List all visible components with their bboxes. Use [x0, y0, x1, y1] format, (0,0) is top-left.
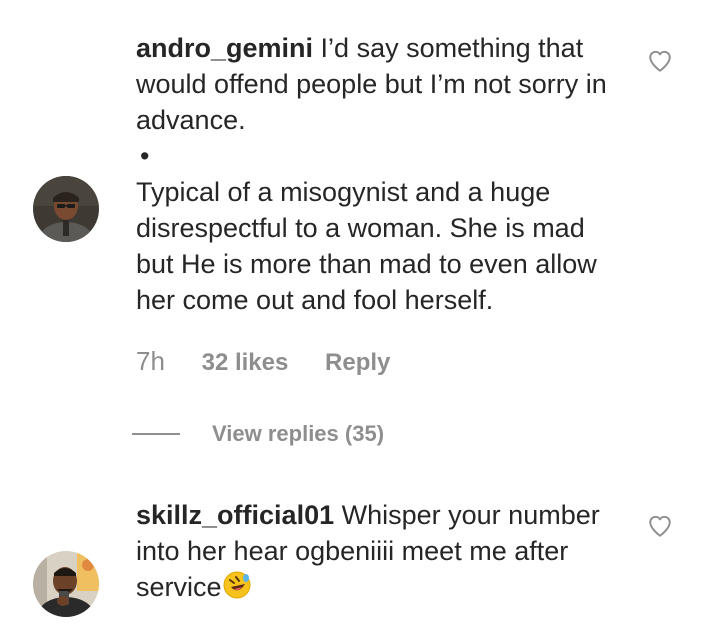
comment-username[interactable]: skillz_official01 [136, 500, 334, 530]
view-replies-divider [132, 433, 180, 435]
view-replies-button[interactable]: View replies (35) [132, 418, 384, 450]
comment-body: skillz_official01 Whisper your number in… [136, 497, 626, 609]
avatar[interactable] [33, 176, 99, 242]
rolling-on-floor-laughing-emoji-icon [222, 570, 252, 609]
comment-meta: 7h 32 likes Reply [136, 346, 390, 377]
comment-time: 7h [136, 346, 165, 376]
view-replies-label: View replies (35) [212, 421, 385, 446]
reply-button[interactable]: Reply [325, 349, 390, 376]
heart-icon[interactable] [647, 48, 673, 74]
avatar-photo [33, 551, 99, 617]
comment-username[interactable]: andro_gemini [136, 33, 313, 63]
comment-text-continued: Typical of a misogynist and a huge disre… [136, 177, 597, 315]
heart-icon[interactable] [647, 513, 673, 539]
comment-likes-count[interactable]: 32 likes [202, 349, 289, 376]
avatar[interactable] [33, 551, 99, 617]
comment-bullet: • [140, 141, 150, 171]
avatar-photo [33, 176, 99, 242]
comment-body: andro_gemini I’d say something that woul… [136, 30, 626, 318]
